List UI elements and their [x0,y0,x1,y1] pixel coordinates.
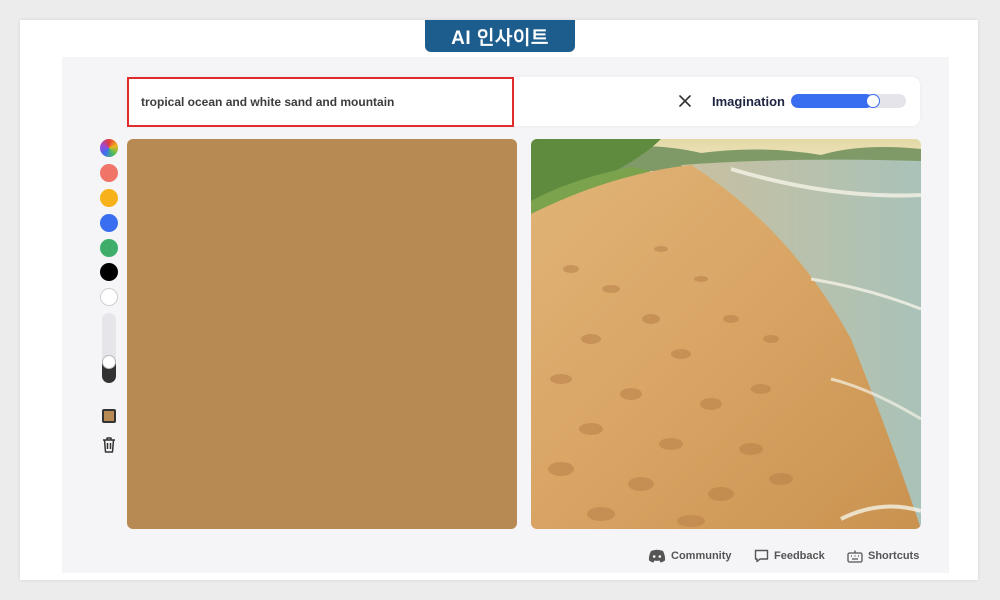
shortcuts-link[interactable]: Shortcuts [847,548,919,564]
imagination-slider-knob[interactable] [866,94,880,108]
swatch-yellow[interactable] [100,189,118,207]
shortcuts-label: Shortcuts [868,550,920,562]
feedback-label: Feedback [774,550,825,562]
swatch-green[interactable] [100,239,118,257]
current-color-indicator[interactable] [102,409,116,423]
imagination-label: Imagination [712,94,785,109]
brush-size-slider[interactable] [102,313,116,383]
feedback-link[interactable]: Feedback [754,548,825,564]
community-link[interactable]: Community [648,548,732,564]
color-picker-icon[interactable] [100,139,118,157]
page-badge: AI 인사이트 [425,20,575,52]
clear-canvas-button[interactable] [101,436,117,454]
keyboard-icon [847,550,863,563]
generated-image [531,139,921,529]
chat-bubble-icon [754,549,769,563]
trash-icon [103,437,115,453]
swatch-black[interactable] [100,263,118,281]
discord-icon [648,549,666,563]
beach-scene [531,139,921,529]
swatch-white[interactable] [100,288,118,306]
swatch-salmon[interactable] [100,164,118,182]
community-label: Community [671,550,732,562]
imagination-slider[interactable] [791,94,906,108]
clear-prompt-button[interactable] [674,90,696,112]
brush-size-knob[interactable] [102,355,116,369]
swatch-blue[interactable] [100,214,118,232]
close-icon [679,95,691,107]
imagination-slider-fill [791,94,873,108]
drawing-canvas[interactable] [127,139,517,529]
prompt-input[interactable] [141,91,501,113]
